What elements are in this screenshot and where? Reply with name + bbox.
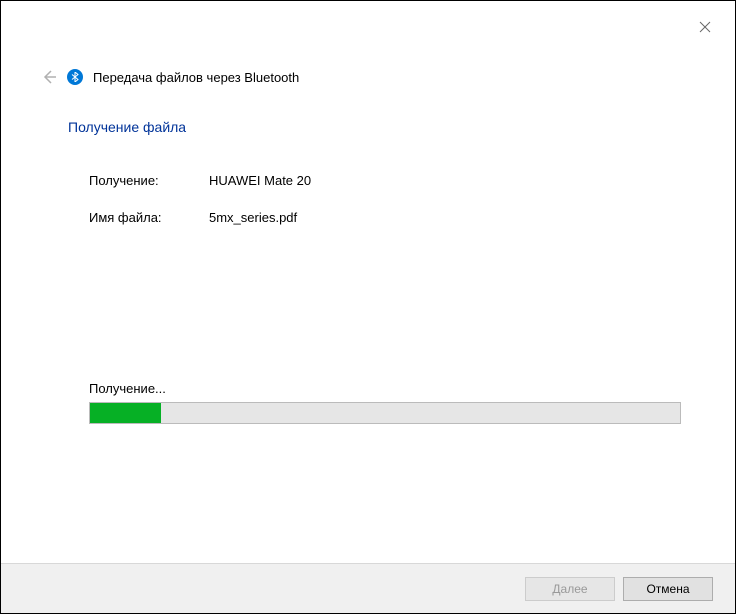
bluetooth-transfer-dialog: Передача файлов через Bluetooth Получени… (0, 0, 736, 614)
progress-section: Получение... (89, 381, 681, 424)
dialog-title: Передача файлов через Bluetooth (93, 70, 299, 85)
receiving-row: Получение: HUAWEI Mate 20 (89, 173, 311, 188)
progress-label: Получение... (89, 381, 681, 396)
next-button: Далее (525, 577, 615, 601)
back-button[interactable] (41, 69, 57, 85)
bluetooth-icon (67, 69, 83, 85)
receiving-label: Получение: (89, 173, 209, 188)
info-block: Получение: HUAWEI Mate 20 Имя файла: 5mx… (89, 173, 311, 247)
dialog-header: Передача файлов через Bluetooth (41, 69, 299, 85)
back-arrow-icon (41, 69, 57, 85)
receiving-value: HUAWEI Mate 20 (209, 173, 311, 188)
button-bar: Далее Отмена (1, 563, 735, 613)
filename-label: Имя файла: (89, 210, 209, 225)
filename-row: Имя файла: 5mx_series.pdf (89, 210, 311, 225)
progress-fill (90, 403, 161, 423)
filename-value: 5mx_series.pdf (209, 210, 297, 225)
progress-bar (89, 402, 681, 424)
close-button[interactable] (695, 17, 715, 37)
close-icon (699, 21, 711, 33)
section-title: Получение файла (68, 119, 186, 135)
cancel-button[interactable]: Отмена (623, 577, 713, 601)
